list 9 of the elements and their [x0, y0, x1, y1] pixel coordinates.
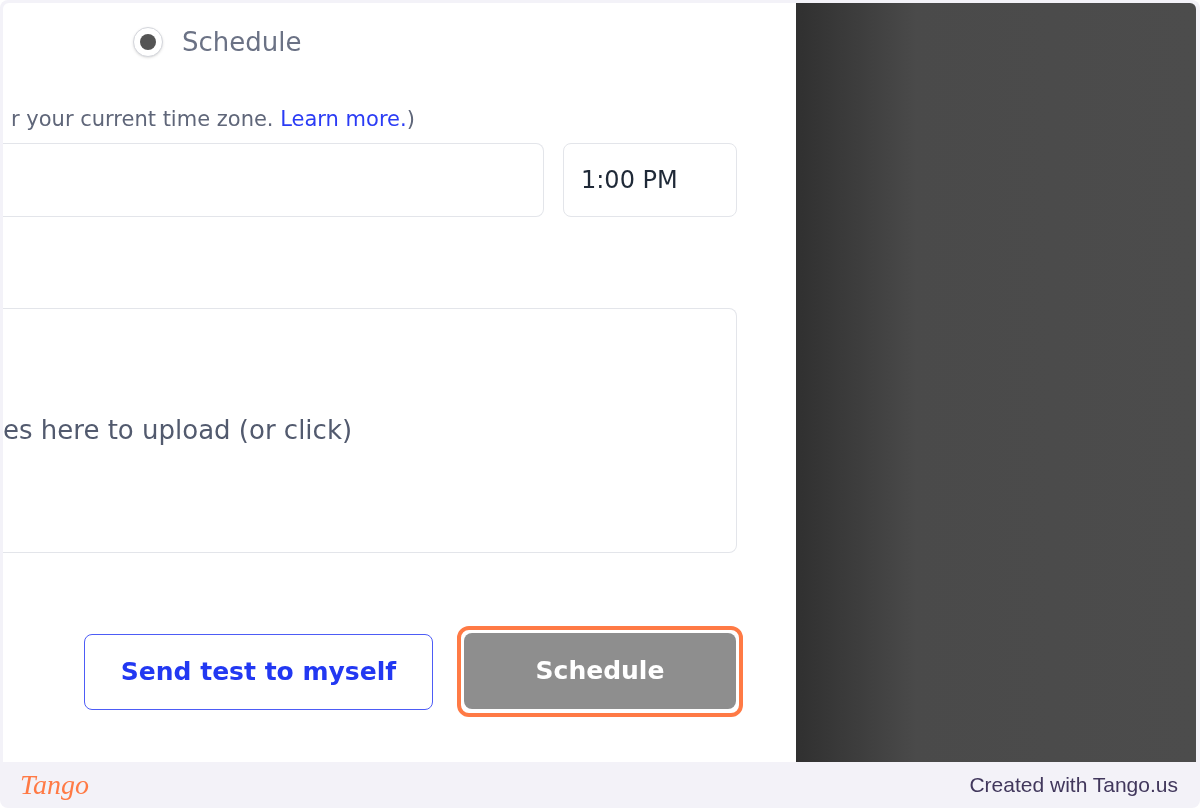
- radio-option[interactable]: Schedule: [133, 27, 302, 57]
- learn-more-link[interactable]: Learn more.: [280, 107, 407, 131]
- footer-credit: Created with Tango.us: [969, 772, 1178, 799]
- time-field[interactable]: 1:00 PM: [563, 143, 737, 217]
- tango-logo: Tango: [20, 768, 89, 802]
- upload-dropzone[interactable]: es here to upload (or click): [3, 308, 737, 553]
- send-test-button[interactable]: Send test to myself: [84, 633, 433, 710]
- timezone-note: r your current time zone. Learn more.): [11, 106, 415, 133]
- date-field[interactable]: [3, 143, 544, 217]
